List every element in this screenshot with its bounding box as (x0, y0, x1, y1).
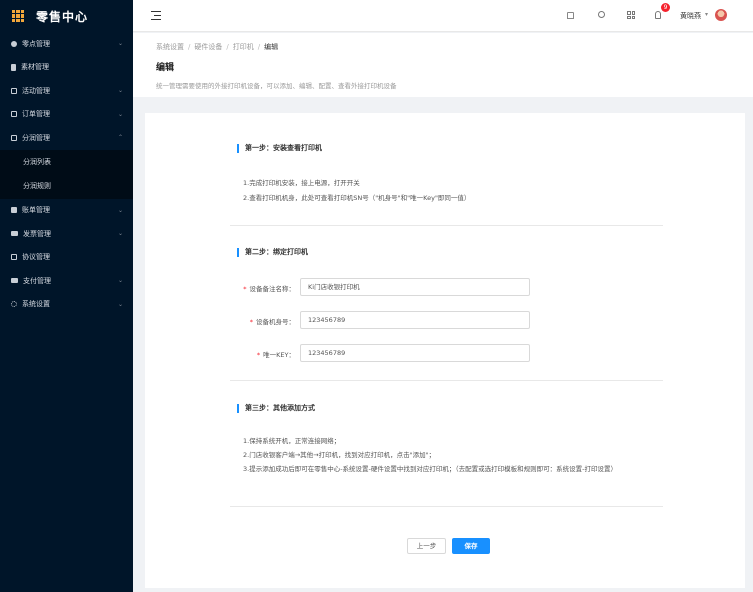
sidebar-item-activity[interactable]: 活动管理 ⌄ (0, 79, 133, 103)
sidebar-item-label: 账单管理 (22, 206, 50, 215)
step3-line-1: 1.保持系统开机，正常连接网络； (243, 437, 341, 445)
gear-icon (11, 301, 17, 308)
sidebar-item-label: 系统设置 (22, 300, 50, 309)
sidebar-item-invoice[interactable]: 发票管理 ⌄ (0, 222, 133, 246)
page-header: 系统设置 / 硬件设备 / 打印机 / 编辑 编辑 统一管理需要使用的外接打印机设备，可以添… (133, 33, 753, 97)
sidebar-item-material[interactable]: 素材管理 (0, 56, 133, 80)
sidebar-subitem-profit-rules[interactable]: 分润规则 (0, 174, 133, 199)
chevron-down-icon: ⌄ (117, 230, 123, 238)
apps-grid-icon (12, 10, 24, 22)
card-icon (11, 278, 18, 284)
content-card: 第一步：安装查看打印机 1.完成打印机安装，接上电源，打开开关 2.查看打印机机… (145, 113, 745, 588)
device-sn-label: * 设备机身号： (249, 318, 295, 326)
sidebar-item-bills[interactable]: 账单管理 ⌄ (0, 199, 133, 223)
breadcrumb-item[interactable]: 硬件设备 (194, 43, 222, 51)
device-key-label: * 唯一KEY： (256, 351, 295, 359)
device-name-label: * 设备备注名称： (243, 285, 295, 293)
box-icon (11, 111, 17, 118)
device-name-input[interactable]: Ki门店收银打印机 (300, 278, 530, 296)
device-key-input[interactable]: 123456789 (300, 344, 530, 362)
invoice-icon (11, 231, 18, 237)
chevron-down-icon: ⌄ (117, 110, 123, 118)
calendar-icon (11, 87, 17, 94)
sidebar-item-zero[interactable]: 零点管理 ⌄ (0, 32, 133, 56)
home-icon[interactable] (567, 12, 574, 19)
username[interactable]: 黄晓燕 (680, 11, 701, 21)
sidebar-item-label: 发票管理 (23, 229, 51, 238)
step3-line-3: 3.提示添加成功后即可在零售中心-系统设置-硬件设置中找到对应打印机；（去配置或… (243, 465, 617, 473)
step3-title: 第三步：其他添加方式 (237, 404, 315, 413)
app-title: 零售中心 (36, 9, 89, 24)
save-button[interactable]: 保存 (452, 538, 490, 554)
sidebar-item-label: 分润管理 (22, 133, 50, 142)
sidebar-item-label: 协议管理 (22, 253, 50, 262)
sidebar-item-agreement[interactable]: 协议管理 (0, 246, 133, 270)
page-description: 统一管理需要使用的外接打印机设备，可以添加、编辑、配置、查看外接打印机设备 (156, 82, 397, 90)
sidebar: 零售中心 零点管理 ⌄ 素材管理 活动管理 ⌄ 订单管理 ⌄ 分润管理 ⌃ 分润… (0, 0, 133, 592)
chevron-up-icon: ⌃ (117, 134, 123, 142)
sidebar-subitem-profit-list[interactable]: 分润列表 (0, 149, 133, 174)
avatar[interactable] (715, 9, 727, 21)
chevron-down-icon: ⌄ (117, 206, 123, 214)
sidebar-subitem-label: 分润规则 (23, 182, 51, 191)
top-header: 9 黄晓燕 ▾ (133, 0, 753, 32)
document-icon (11, 63, 16, 71)
sidebar-item-label: 支付管理 (23, 276, 51, 285)
sidebar-item-label: 订单管理 (22, 110, 50, 119)
refresh-icon[interactable] (598, 11, 605, 18)
chevron-down-icon[interactable]: ▾ (705, 11, 708, 18)
sidebar-item-label: 零点管理 (22, 39, 50, 48)
prev-step-button[interactable]: 上一步 (407, 538, 446, 554)
breadcrumb-item[interactable]: 打印机 (233, 43, 254, 51)
divider (230, 380, 663, 381)
apps-icon[interactable] (627, 11, 635, 19)
monitor-icon (11, 134, 17, 141)
step1-title: 第一步：安装查看打印机 (237, 144, 322, 153)
chevron-down-icon: ⌄ (117, 40, 123, 48)
divider (230, 506, 663, 507)
step1-line-2: 2.查看打印机机身，此处可查看打印机SN号（"机身号"和"唯一Key"即同一值） (243, 194, 471, 202)
sidebar-item-orders[interactable]: 订单管理 ⌄ (0, 103, 133, 127)
menu-toggle-icon[interactable] (151, 11, 161, 20)
chevron-down-icon: ⌄ (117, 277, 123, 285)
logo[interactable]: 零售中心 (0, 0, 133, 32)
step3-line-2: 2.门店收银客户端→其他→打印机，找到对应打印机，点击"添加"； (243, 451, 436, 459)
sidebar-item-profit[interactable]: 分润管理 ⌃ (0, 126, 133, 150)
notification-icon[interactable] (655, 11, 661, 19)
device-sn-input[interactable]: 123456789 (300, 311, 530, 329)
sidebar-subitem-label: 分润列表 (23, 157, 51, 166)
step2-title: 第二步：绑定打印机 (237, 248, 308, 257)
breadcrumb-current: 编辑 (264, 43, 279, 51)
sidebar-item-settings[interactable]: 系统设置 ⌄ (0, 293, 133, 317)
divider (230, 225, 663, 226)
sidebar-item-label: 活动管理 (22, 86, 50, 95)
user-icon (11, 40, 17, 47)
chevron-down-icon: ⌄ (117, 87, 123, 95)
breadcrumb: 系统设置 / 硬件设备 / 打印机 / 编辑 (156, 43, 279, 51)
chevron-down-icon: ⌄ (117, 300, 123, 308)
breadcrumb-item[interactable]: 系统设置 (156, 43, 184, 51)
page-title: 编辑 (156, 63, 175, 73)
agreement-icon (11, 254, 17, 261)
step1-line-1: 1.完成打印机安装，接上电源，打开开关 (243, 179, 360, 187)
sidebar-item-label: 素材管理 (21, 63, 49, 72)
bill-icon (11, 207, 17, 214)
sidebar-item-payment[interactable]: 支付管理 ⌄ (0, 269, 133, 293)
notification-badge: 9 (661, 3, 670, 12)
